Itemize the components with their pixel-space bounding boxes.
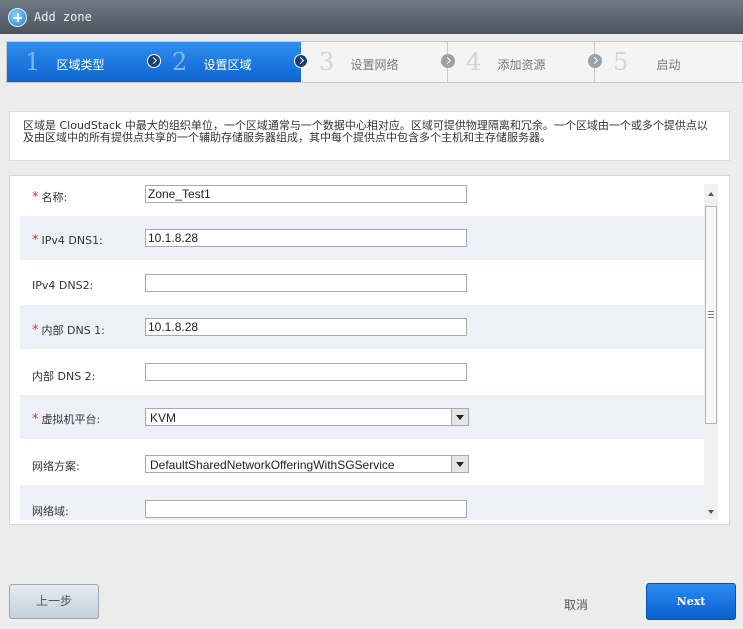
- network-offering-label: 网络方案:: [32, 460, 80, 473]
- required-mark: *: [32, 323, 39, 338]
- internal-dns2-label: 内部 DNS 2:: [32, 370, 96, 383]
- dialog-title-bar: Add zone: [0, 0, 743, 34]
- form-row-internal-dns1: * 内部 DNS 1:: [20, 305, 704, 349]
- chevron-right-icon: [588, 54, 602, 68]
- next-button[interactable]: Next: [646, 583, 736, 620]
- name-label: * 名称:: [32, 189, 67, 205]
- zone-form-panel: *名称: *IPv4 DNS1: IPv4 DNS2: *内部 DNS 1: 内…: [9, 175, 730, 525]
- form-rows: *名称: *IPv4 DNS1: IPv4 DNS2: *内部 DNS 1: 内…: [20, 176, 704, 520]
- step-label: 设置区域: [203, 58, 252, 72]
- scroll-down-icon[interactable]: [704, 504, 718, 520]
- ipv4-dns2-label: IPv4 DNS2:: [32, 279, 94, 292]
- form-row-name: * 名称:: [20, 176, 704, 205]
- step-zone-type[interactable]: 1 区域类型: [7, 42, 161, 82]
- chevron-right-icon: [441, 54, 455, 68]
- step-setup-network[interactable]: 3 设置网络: [301, 42, 455, 82]
- hypervisor-label-text: 虚拟机平台:: [41, 413, 101, 426]
- form-row-internal-dns2: 内部 DNS 2:: [20, 350, 704, 394]
- step-label: 启动: [656, 58, 681, 72]
- wizard-steps: 1 区域类型 2 设置区域 3 设置网络 4 添加资源 5 启动: [6, 41, 743, 83]
- step-add-resources[interactable]: 4 添加资源: [448, 42, 602, 82]
- ipv4-dns1-input[interactable]: [145, 229, 467, 247]
- step-label: 区域类型: [56, 58, 105, 72]
- internal-dns2-input[interactable]: [145, 363, 467, 381]
- internal-dns1-input[interactable]: [145, 318, 467, 336]
- ipv4-dns1-label: * IPv4 DNS1:: [32, 233, 103, 248]
- form-row-network-domain: 网络域:: [20, 485, 704, 520]
- form-row-ipv4-dns2: IPv4 DNS2:: [20, 261, 704, 305]
- scroll-thumb[interactable]: [705, 206, 717, 424]
- ipv4-dns2-input[interactable]: [145, 274, 467, 292]
- network-domain-label: 网络域:: [32, 505, 69, 518]
- chevron-right-icon: [294, 54, 308, 68]
- required-mark: *: [32, 233, 39, 248]
- dialog-title: Add zone: [34, 10, 92, 24]
- step-setup-zone[interactable]: 2 设置区域: [154, 42, 308, 82]
- required-mark: *: [32, 412, 39, 427]
- hypervisor-value: KVM: [150, 411, 177, 425]
- zone-description: 区域是 CloudStack 中最大的组织单位，一个区域通常与一个数据中心相对应…: [9, 111, 730, 161]
- internal-dns1-label-text: 内部 DNS 1:: [41, 324, 105, 337]
- form-row-hypervisor: * 虚拟机平台: KVM: [20, 395, 704, 439]
- name-input[interactable]: [145, 185, 467, 203]
- required-mark: *: [32, 190, 39, 205]
- scroll-up-icon[interactable]: [704, 186, 718, 202]
- cancel-button[interactable]: 取消: [552, 596, 600, 613]
- network-offering-select[interactable]: DefaultSharedNetworkOfferingWithSGServic…: [145, 455, 469, 473]
- step-label: 设置网络: [350, 58, 399, 72]
- form-row-network-offering: 网络方案: DefaultSharedNetworkOfferingWithSG…: [20, 440, 704, 484]
- network-offering-value: DefaultSharedNetworkOfferingWithSGServic…: [150, 458, 395, 472]
- form-scrollbar[interactable]: [704, 184, 718, 520]
- network-domain-input[interactable]: [145, 500, 467, 518]
- name-label-text: 名称:: [41, 191, 68, 204]
- form-row-ipv4-dns1: * IPv4 DNS1:: [20, 216, 704, 260]
- step-launch[interactable]: 5 启动: [595, 42, 742, 82]
- ipv4-dns1-label-text: IPv4 DNS1:: [41, 234, 103, 247]
- hypervisor-select[interactable]: KVM: [145, 408, 469, 426]
- grip-icon: [708, 311, 714, 319]
- previous-button[interactable]: 上一步: [9, 584, 99, 619]
- internal-dns1-label: * 内部 DNS 1:: [32, 322, 105, 338]
- add-icon: [8, 8, 27, 27]
- chevron-down-icon[interactable]: [451, 456, 468, 472]
- chevron-right-icon: [147, 54, 161, 68]
- hypervisor-label: * 虚拟机平台:: [32, 411, 100, 427]
- step-label: 添加资源: [497, 58, 546, 72]
- chevron-down-icon[interactable]: [451, 409, 468, 425]
